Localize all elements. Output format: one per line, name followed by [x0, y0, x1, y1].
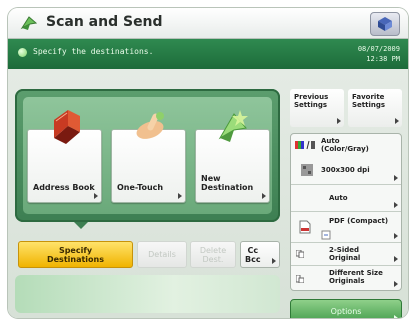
specify-tab-line2: Destinations [46, 254, 104, 264]
chevron-right-icon [262, 193, 266, 199]
main-area: Address Book One-Touch New Destination S… [8, 69, 408, 318]
chevron-right-icon [394, 175, 398, 181]
destination-panel: Address Book One-Touch New Destination [15, 89, 280, 222]
favorite-settings-line1: Favorite [352, 93, 385, 101]
different-size-icon [296, 275, 304, 283]
new-destination-label-line2: Destination [201, 183, 254, 192]
favorite-settings-button[interactable]: Favorite Settings [348, 89, 402, 127]
file-format-row[interactable]: PDF (Compact) [291, 212, 401, 243]
date-time: 08/07/2009 12:38 PM [358, 44, 400, 64]
details-button[interactable]: Details [137, 241, 187, 268]
address-book-button[interactable]: Address Book [27, 110, 102, 203]
two-sided-row[interactable]: 2-Sided Original [291, 243, 401, 266]
decorative-strip [15, 275, 280, 313]
chevron-right-icon [394, 202, 398, 208]
message-bar: Specify the destinations. 08/07/2009 12:… [8, 39, 408, 69]
chevron-right-icon [394, 233, 398, 239]
cc-label: Cc [247, 245, 259, 255]
new-destination-label: New Destination [201, 174, 253, 192]
scan-size-row[interactable]: Auto [291, 185, 401, 212]
new-destination-icon [218, 110, 248, 142]
color-resolution-row[interactable]: Auto (Color/Gray) 300x300 dpi [291, 134, 401, 185]
date-text: 08/07/2009 [357, 45, 400, 53]
scan-settings-box: Auto (Color/Gray) 300x300 dpi Auto PDF (… [290, 133, 402, 291]
different-size-row[interactable]: Different Size Originals [291, 266, 401, 290]
two-sided-line2: Original [329, 254, 361, 262]
chevron-right-icon [394, 256, 398, 262]
title-bar: Scan and Send [8, 8, 408, 39]
page-title: Scan and Send [46, 14, 163, 30]
favorite-settings-line2: Settings [352, 101, 386, 109]
scan-size-value: Auto [329, 194, 348, 202]
scan-and-send-screen: Scan and Send Specify the destinations. … [8, 8, 408, 318]
previous-settings-line1: Previous [294, 93, 329, 101]
delete-label-line1: Delete [199, 245, 227, 255]
destination-panel-inner: Address Book One-Touch New Destination [23, 97, 272, 214]
chevron-right-icon [394, 315, 398, 318]
one-touch-button[interactable]: One-Touch [111, 112, 186, 203]
delete-label-line2: Dest. [202, 254, 224, 264]
file-format-value: PDF (Compact) [329, 217, 389, 225]
status-monitor-button[interactable] [370, 12, 400, 36]
scan-send-icon [20, 16, 38, 30]
chevron-right-icon [94, 193, 98, 199]
bcc-label: Bcc [245, 254, 261, 264]
previous-settings-line2: Settings [294, 101, 328, 109]
chevron-right-icon [337, 118, 341, 124]
format-detail-icon [321, 230, 331, 240]
address-book-label: Address Book [33, 183, 95, 192]
one-touch-label: One-Touch [117, 183, 164, 192]
color-mode-line2: (Color/Gray) [321, 145, 369, 153]
resolution-icon [301, 164, 313, 176]
options-label: Options [330, 307, 362, 316]
two-sided-icon [296, 250, 304, 258]
new-destination-label-line1: New [201, 174, 221, 183]
address-book-icon [54, 110, 80, 144]
panel-pointer [74, 222, 88, 229]
cc-bcc-button[interactable]: Cc Bcc [240, 241, 280, 268]
options-button[interactable]: Options [290, 299, 402, 318]
chevron-right-icon [272, 258, 276, 264]
specify-tab-line1: Specify [58, 245, 93, 255]
info-indicator-icon [18, 48, 27, 57]
one-touch-hand-icon [136, 112, 164, 139]
resolution-value: 300x300 dpi [321, 166, 370, 174]
color-mode-icon [295, 140, 315, 150]
chevron-right-icon [394, 281, 398, 287]
different-size-line1: Different Size [329, 269, 383, 277]
specify-destinations-tab[interactable]: Specify Destinations [18, 241, 133, 268]
details-label: Details [148, 250, 176, 259]
two-sided-line1: 2-Sided [329, 246, 359, 254]
pdf-file-icon [299, 220, 311, 234]
status-monitor-icon [378, 17, 392, 31]
delete-dest-button[interactable]: Delete Dest. [190, 241, 236, 268]
color-mode-line1: Auto [321, 137, 340, 145]
time-text: 12:38 PM [366, 55, 400, 63]
chevron-right-icon [395, 118, 399, 124]
chevron-right-icon [178, 193, 182, 199]
previous-settings-button[interactable]: Previous Settings [290, 89, 344, 127]
new-destination-button[interactable]: New Destination [195, 110, 270, 203]
different-size-line2: Originals [329, 277, 365, 285]
instruction-message: Specify the destinations. [33, 47, 154, 56]
